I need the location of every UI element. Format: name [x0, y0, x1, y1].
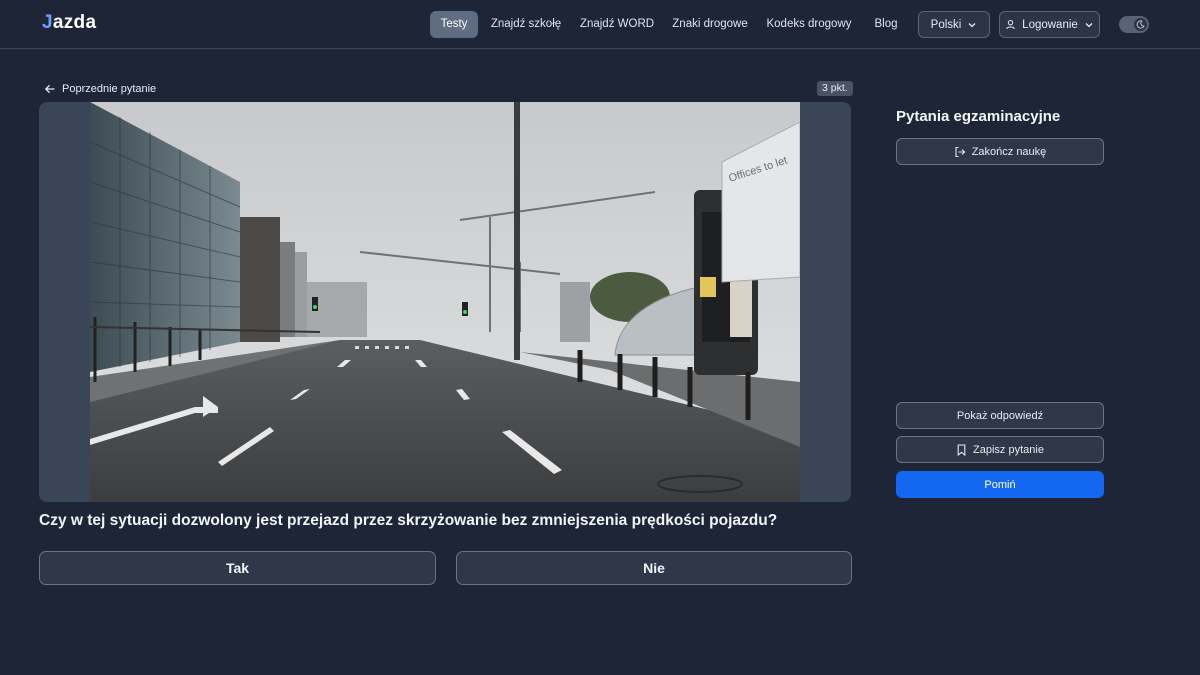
question-media: Offices to let — [39, 102, 851, 502]
logout-icon — [955, 146, 965, 157]
show-answer-label: Pokaż odpowiedź — [956, 409, 1044, 422]
logo[interactable]: Jazda — [42, 12, 96, 34]
moon-icon — [1134, 18, 1147, 31]
user-icon — [1006, 19, 1016, 30]
save-question-label: Zapisz pytanie — [973, 443, 1044, 456]
end-learning-button[interactable]: Zakończ naukę — [896, 138, 1104, 165]
points-badge: 3 pkt. — [817, 81, 853, 96]
nav-item-testy[interactable]: Testy — [430, 11, 478, 38]
language-label: Polski — [930, 18, 962, 31]
language-select[interactable]: Polski — [918, 11, 990, 38]
nav-item-kodeks-drogowy[interactable]: Kodeks drogowy — [762, 11, 856, 38]
road-scene-image: Offices to let — [90, 102, 800, 502]
theme-toggle[interactable] — [1119, 16, 1149, 33]
skip-label: Pomiń — [984, 478, 1016, 491]
skip-button[interactable]: Pomiń — [896, 471, 1104, 498]
previous-question-link[interactable]: Poprzednie pytanie — [44, 81, 156, 96]
nav-item-znaki-drogowe[interactable]: Znaki drogowe — [667, 11, 753, 38]
show-answer-button[interactable]: Pokaż odpowiedź — [896, 402, 1104, 429]
previous-question-label: Poprzednie pytanie — [62, 82, 157, 95]
sidebar-title: Pytania egzaminacyjne — [896, 108, 1061, 125]
question-text: Czy w tej sytuacji dozwolony jest przeja… — [39, 512, 778, 529]
chevron-down-icon — [968, 22, 976, 27]
top-navbar: Jazda Testy Znajdź szkołę Znajdź WORD Zn… — [0, 0, 1200, 49]
bookmark-icon — [957, 443, 966, 456]
save-question-button[interactable]: Zapisz pytanie — [896, 436, 1104, 463]
nav-item-blog[interactable]: Blog — [866, 11, 906, 38]
arrow-left-icon — [44, 84, 55, 93]
end-learning-label: Zakończ naukę — [971, 145, 1047, 158]
answer-yes-button[interactable]: Tak — [39, 551, 436, 585]
nav-item-znajdz-szkole[interactable]: Znajdź szkołę — [486, 11, 566, 38]
chevron-down-icon — [1085, 22, 1093, 27]
nav-item-znajdz-word[interactable]: Znajdź WORD — [576, 11, 658, 38]
login-label: Logowanie — [1022, 18, 1078, 31]
login-button[interactable]: Logowanie — [999, 11, 1100, 38]
answer-no-button[interactable]: Nie — [456, 551, 852, 585]
